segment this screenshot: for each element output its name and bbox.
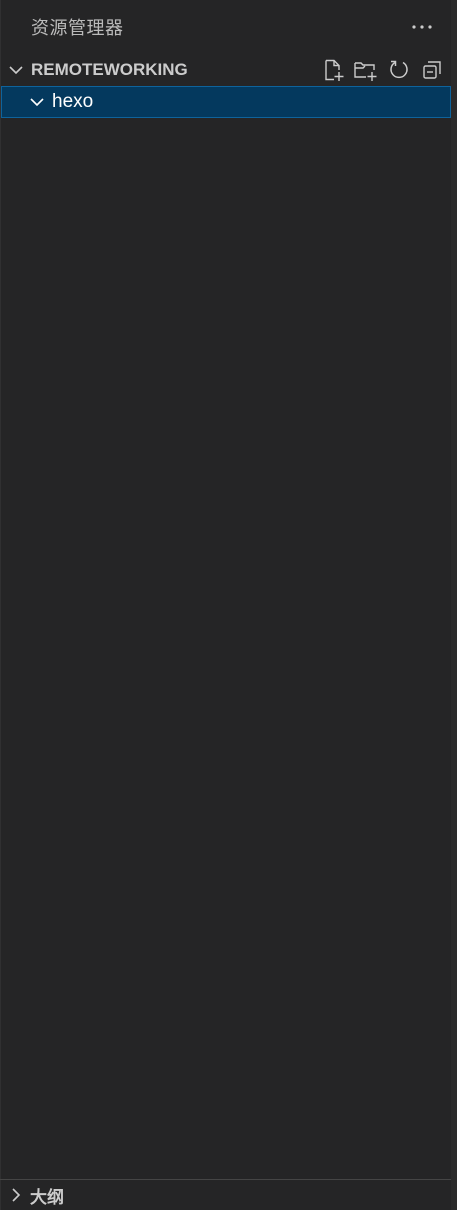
refresh-icon [390,60,408,79]
panel-left-border [0,0,1,1210]
file-tree: hexo [0,86,457,118]
more-ellipsis-icon [412,25,432,29]
collapse-all-button[interactable] [419,57,445,83]
new-file-button[interactable] [320,57,346,83]
scrollbar-track[interactable] [451,0,457,1210]
outline-title: 大纲 [30,1187,64,1208]
new-file-icon [325,59,344,81]
more-actions-button[interactable] [409,14,435,40]
new-folder-icon [354,62,377,81]
explorer-title: 资源管理器 [31,18,124,39]
outline-section-header[interactable]: 大纲 [0,1179,451,1210]
tree-item-hexo[interactable]: hexo [1,86,451,118]
tree-item-label: hexo [52,91,94,112]
explorer-panel: 资源管理器 REMOTEWORKING hexo 大纲 [0,0,457,1210]
refresh-button[interactable] [386,57,412,83]
chevron-down-icon [6,60,26,80]
chevron-down-icon [27,92,47,112]
workspace-actions [320,57,445,83]
chevron-right-icon [12,1188,21,1202]
workspace-name: REMOTEWORKING [31,60,188,79]
collapse-all-icon [423,61,441,79]
new-folder-button[interactable] [353,57,379,83]
explorer-title-bar: 资源管理器 [0,0,457,54]
workspace-section-header[interactable]: REMOTEWORKING [0,54,457,86]
